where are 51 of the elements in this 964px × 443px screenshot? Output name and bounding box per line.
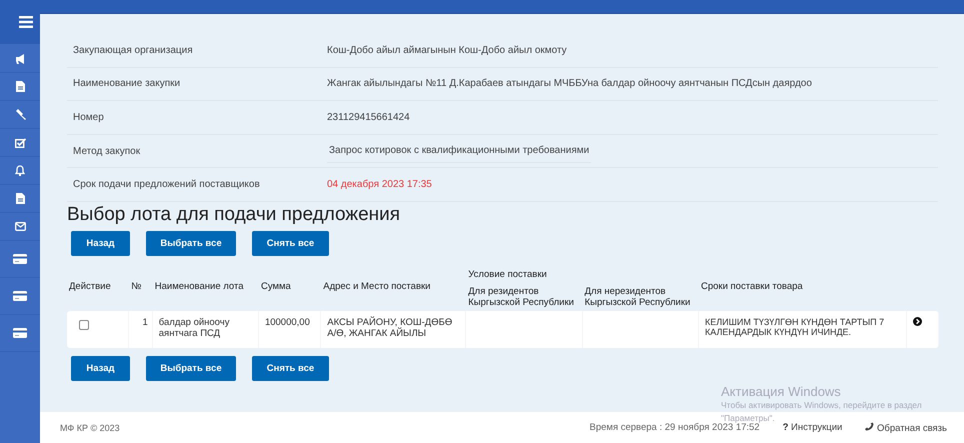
credit-card-icon[interactable] — [13, 328, 27, 338]
action-button[interactable]: Назад — [71, 230, 130, 256]
column-header: Наименование лота — [154, 280, 245, 294]
table-cell: балдар ойноочу аянтчага ПСД — [158, 316, 230, 339]
field-value: Жангак айылындагы №11 Д.Карабаев атындагы МЧББУна балдар ойноочу аянтчанын ПСДсын даярдоо — [327, 78, 812, 90]
row-checkbox[interactable] — [79, 320, 89, 330]
server-time: Время сервера : 29 ноября 2023 17:52 — [590, 422, 760, 433]
feedback-link[interactable]: Обратная связь — [865, 422, 947, 434]
activation-text: Чтобы активировать Windows, перейдите в раздел "Параметры". — [721, 399, 923, 423]
column-header: Адрес и Место поставки — [322, 280, 432, 294]
field-value: Кош-Добо айыл аймагынын Кош-Добо айыл окмоту — [327, 44, 567, 56]
field-value: Запрос котировок с квалификационными требованиями — [327, 139, 592, 164]
table-cell: АКСЫ РАЙОНУ, КОШ-ДӨБӨ А/Ө, ЖАНГАК АЙЫЛЫ — [327, 316, 452, 339]
table-cell: 100000,00 — [264, 316, 310, 328]
credit-card-icon[interactable] — [13, 254, 27, 264]
action-button[interactable]: Выбрать все — [146, 356, 236, 381]
column-header: № — [130, 280, 142, 294]
copyright-text: МФ КР © 2023 — [60, 422, 120, 432]
document-icon[interactable] — [16, 81, 24, 92]
action-button[interactable]: Снять все — [252, 230, 329, 256]
table-cell: 1 — [142, 316, 148, 328]
phone-icon — [865, 422, 874, 430]
column-header: Условие поставки — [467, 268, 548, 282]
megaphone-icon[interactable] — [14, 54, 26, 64]
section-heading: Выбор лота для подачи предложения — [67, 204, 402, 226]
mail-icon[interactable] — [14, 222, 26, 231]
field-label: Номер — [72, 112, 105, 123]
credit-card-icon[interactable] — [13, 291, 27, 301]
action-button[interactable]: Выбрать все — [146, 230, 236, 256]
column-header: Для резидентов Кыргызской Республики — [467, 284, 575, 310]
menu-icon[interactable] — [19, 16, 33, 28]
document-icon[interactable] — [16, 193, 24, 204]
action-button[interactable]: Снять все — [252, 356, 329, 381]
field-label: Срок подачи предложений поставщиков — [72, 179, 261, 190]
column-header: Действие — [68, 280, 112, 294]
field-value: 231129415661424 — [327, 112, 410, 123]
column-header: Для нерезидентов Кыргызской Республики — [584, 284, 692, 310]
field-value: 04 декабря 2023 17:35 — [327, 179, 432, 190]
gavel-icon[interactable] — [14, 109, 26, 120]
column-header: Сумма — [260, 280, 292, 294]
action-button[interactable]: Назад — [71, 356, 130, 381]
column-header: Сроки поставки товара — [700, 280, 804, 294]
table-cell: КЕЛИШИМ ТҮЗҮЛГӨН КҮНДӨН ТАРТЫП 7 КАЛЕНДАРДЫК КҮНДҮН ИЧИНДЕ. — [705, 316, 884, 337]
instructions-link[interactable]: ? Инструкции — [782, 422, 842, 433]
activation-title: Активация Windows — [721, 384, 842, 400]
field-label: Метод закупок — [72, 146, 142, 157]
checkbox-icon[interactable] — [14, 138, 26, 148]
field-label: Наименование закупки — [72, 78, 182, 90]
field-label: Закупающая организация — [72, 44, 194, 56]
arrow-circle-icon[interactable] — [913, 316, 922, 326]
bell-icon[interactable] — [15, 165, 25, 176]
